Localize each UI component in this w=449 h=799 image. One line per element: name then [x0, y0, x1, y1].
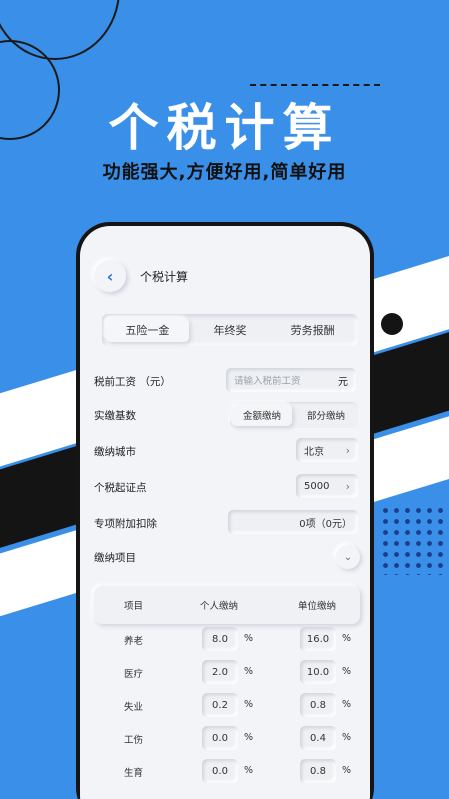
- hero-title: 个税计算: [108, 99, 341, 157]
- city-select[interactable]: 北京 ›: [296, 438, 358, 462]
- table-row: 工伤 0.0 % 0.4 %: [94, 726, 360, 752]
- row-name: 生育: [124, 768, 144, 779]
- app-header: ‹ 个税计算: [94, 260, 188, 292]
- chevron-down-icon: ⌄: [343, 551, 353, 563]
- items-label: 缴纳项目: [94, 551, 136, 564]
- decorative-dot: [415, 302, 439, 326]
- percent-unit: %: [244, 633, 254, 644]
- company-rate-input[interactable]: 0.8: [300, 759, 336, 783]
- row-name: 失业: [124, 702, 144, 713]
- tab-year-end-bonus[interactable]: 年终奖: [189, 318, 272, 342]
- table-row: 养老 8.0 % 16.0 %: [94, 627, 360, 653]
- percent-unit: %: [342, 732, 352, 743]
- base-label: 实缴基数: [94, 409, 136, 422]
- base-option-partial[interactable]: 部分缴纳: [296, 408, 356, 422]
- chevron-left-icon: ‹: [106, 266, 114, 286]
- base-option-amount[interactable]: 金额缴纳: [232, 404, 292, 426]
- page-title: 个税计算: [140, 269, 189, 284]
- threshold-value: 5000: [304, 480, 330, 492]
- personal-rate-input[interactable]: 0.0: [202, 759, 238, 783]
- personal-rate-input[interactable]: 0.2: [202, 693, 238, 717]
- tab-labor-remuneration[interactable]: 劳务报酬: [271, 318, 354, 342]
- column-header-personal: 个人缴纳: [200, 601, 239, 612]
- table-header: 项目 个人缴纳 单位缴纳: [94, 586, 360, 624]
- chevron-right-icon: ›: [345, 443, 350, 457]
- personal-rate-input[interactable]: 8.0: [202, 627, 238, 651]
- decorative-dot-grid: [380, 505, 449, 575]
- threshold-select[interactable]: 5000 ›: [296, 474, 358, 498]
- personal-rate-input[interactable]: 0.0: [202, 726, 238, 750]
- column-header-company: 单位缴纳: [298, 601, 337, 612]
- personal-rate-input[interactable]: 2.0: [202, 660, 238, 684]
- table-row: 生育 0.0 % 0.8 %: [94, 759, 360, 785]
- items-toggle-button[interactable]: ⌄: [336, 545, 360, 569]
- company-rate-input[interactable]: 10.0: [300, 660, 336, 684]
- city-value: 北京: [304, 446, 324, 458]
- percent-unit: %: [244, 732, 254, 743]
- chevron-right-icon: ›: [345, 479, 350, 493]
- city-label: 缴纳城市: [94, 445, 136, 458]
- salary-input[interactable]: 请输入税前工资 元: [226, 368, 356, 392]
- decorative-dot: [381, 313, 403, 335]
- percent-unit: %: [244, 666, 254, 677]
- table-row: 失业 0.2 % 0.8 %: [94, 693, 360, 719]
- hero-subtitle: 功能强大,方便好用,简单好用: [102, 162, 347, 183]
- salary-label: 税前工资 （元）: [94, 375, 171, 388]
- deduction-field[interactable]: 0项（0元）: [228, 510, 358, 534]
- app-screen: ‹ 个税计算 五险一金 年终奖 劳务报酬 税前工资 （元） 请输入税前工资 元 …: [80, 226, 370, 799]
- percent-unit: %: [244, 765, 254, 776]
- percent-unit: %: [342, 633, 352, 644]
- percent-unit: %: [342, 699, 352, 710]
- salary-unit: 元: [338, 376, 348, 388]
- salary-placeholder: 请输入税前工资: [234, 376, 301, 387]
- row-name: 工伤: [124, 735, 144, 746]
- items-row: 缴纳项目: [94, 544, 360, 570]
- percent-unit: %: [244, 699, 254, 710]
- tab-social-insurance[interactable]: 五险一金: [106, 318, 189, 342]
- row-name: 养老: [124, 636, 144, 647]
- base-segmented-control: 金额缴纳 部分缴纳: [230, 402, 358, 428]
- deduction-label: 专项附加扣除: [94, 517, 157, 530]
- threshold-label: 个税起证点: [94, 481, 147, 494]
- company-rate-input[interactable]: 0.8: [300, 693, 336, 717]
- company-rate-input[interactable]: 16.0: [300, 627, 336, 651]
- company-rate-input[interactable]: 0.4: [300, 726, 336, 750]
- percent-unit: %: [342, 666, 352, 677]
- table-row: 医疗 2.0 % 10.0 %: [94, 660, 360, 686]
- tab-bar: 五险一金 年终奖 劳务报酬: [102, 314, 358, 346]
- back-button[interactable]: ‹: [94, 260, 126, 292]
- row-name: 医疗: [124, 669, 144, 680]
- percent-unit: %: [342, 765, 352, 776]
- column-header-item: 项目: [124, 601, 144, 612]
- deduction-value: 0项（0元）: [299, 518, 352, 530]
- decorative-dashed-line: [250, 84, 380, 86]
